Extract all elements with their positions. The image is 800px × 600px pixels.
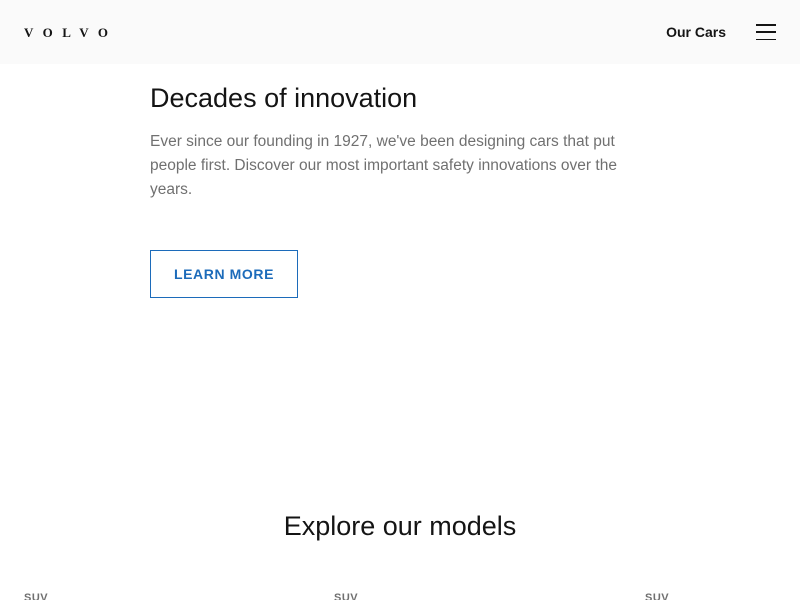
model-category-label[interactable]: SUV <box>645 592 669 600</box>
page: VOLVO Our Cars Decades of innovation Eve… <box>0 0 800 600</box>
innovation-description: Ever since our founding in 1927, we've b… <box>150 133 617 198</box>
site-header: VOLVO Our Cars <box>0 0 800 64</box>
model-category-label[interactable]: SUV <box>24 592 48 600</box>
learn-more-button[interactable]: LEARN MORE <box>150 250 298 298</box>
volvo-logo[interactable]: VOLVO <box>24 26 117 39</box>
explore-models-title: Explore our models <box>283 511 517 541</box>
innovation-section: Decades of innovation Ever since our fou… <box>150 80 650 202</box>
hamburger-menu-icon[interactable] <box>756 24 776 40</box>
innovation-title: Decades of innovation <box>150 83 418 113</box>
model-category-label[interactable]: SUV <box>334 592 358 600</box>
menu-line <box>756 24 776 26</box>
header-nav: Our Cars <box>666 24 776 40</box>
menu-line <box>756 38 776 40</box>
our-cars-link[interactable]: Our Cars <box>666 24 726 40</box>
menu-line <box>756 31 776 33</box>
